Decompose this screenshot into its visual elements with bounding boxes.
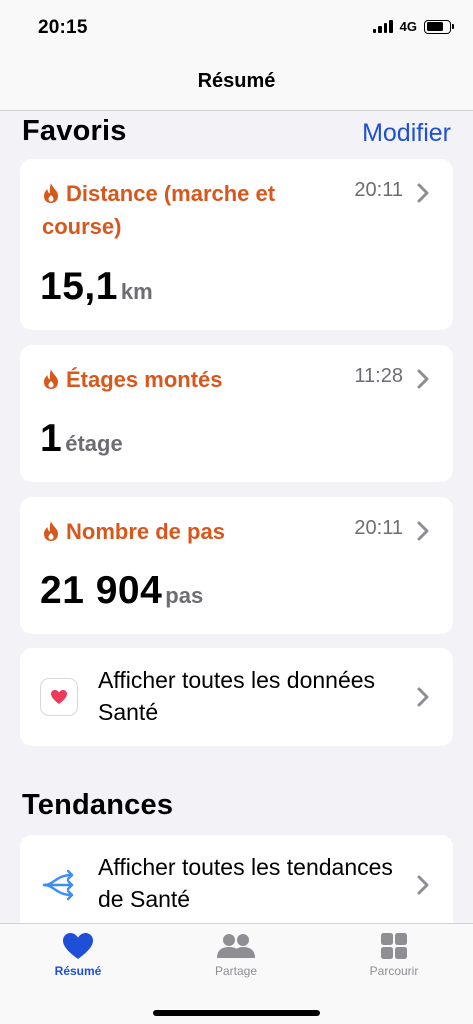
favorites-header: Favoris [22, 115, 127, 147]
favorite-card-floors[interactable]: Étages montés 11:28 1 étage [20, 345, 453, 482]
tab-summary[interactable]: Résumé [18, 932, 138, 978]
status-time: 20:15 [38, 17, 88, 38]
tab-bar: Résumé Partage Parcourir [0, 923, 473, 1024]
network-type: 4G [399, 19, 417, 34]
navigation-bar: Résumé [0, 58, 473, 111]
flame-icon [44, 521, 58, 541]
card-timestamp: 20:11 [354, 517, 403, 539]
card-title: Distance (marche et course) [42, 181, 276, 239]
metric-unit: km [120, 279, 153, 304]
show-all-health-data-label: Afficher toutes les données Santé [98, 667, 376, 725]
chevron-right-icon [417, 369, 429, 389]
show-all-trends-row[interactable]: Afficher toutes les tendances de Santé [20, 835, 453, 923]
card-timestamp: 20:11 [354, 179, 403, 201]
health-app-icon [40, 678, 78, 716]
metric-value: 1 [40, 417, 63, 460]
metric: 15,1 km [40, 265, 153, 309]
metric-value: 15,1 [40, 265, 118, 308]
signal-icon [372, 20, 393, 33]
card-title: Étages montés [42, 363, 332, 396]
people-icon [217, 934, 255, 958]
chevron-right-icon [417, 521, 429, 541]
tab-label: Partage [214, 964, 258, 978]
trends-header: Tendances [22, 789, 174, 821]
trends-icon [42, 869, 74, 901]
edit-favorites-button[interactable]: Modifier [362, 119, 451, 148]
tab-browse[interactable]: Parcourir [334, 932, 454, 978]
metric-unit: pas [165, 583, 204, 608]
status-indicators: 4G [372, 19, 454, 34]
show-all-trends-label: Afficher toutes les tendances de Santé [98, 854, 393, 912]
tab-sharing[interactable]: Partage [176, 932, 296, 978]
heart-icon [51, 690, 67, 704]
tab-label: Parcourir [369, 964, 419, 978]
metric-value: 21 904 [40, 569, 163, 612]
metric-unit: étage [65, 431, 123, 456]
metric: 21 904 pas [40, 569, 203, 613]
grid-icon [381, 933, 407, 959]
chevron-right-icon [417, 875, 429, 895]
summary-content[interactable]: Favoris Modifier Distance (marche et cou… [0, 111, 473, 923]
favorite-card-steps[interactable]: Nombre de pas 20:11 21 904 pas [20, 497, 453, 634]
flame-icon [44, 369, 58, 389]
card-timestamp: 11:28 [354, 365, 403, 387]
status-bar: 20:15 4G [0, 0, 473, 58]
metric: 1 étage [40, 417, 123, 461]
heart-icon [63, 933, 93, 959]
tab-label: Résumé [54, 964, 102, 978]
show-all-health-data-row[interactable]: Afficher toutes les données Santé [20, 648, 453, 746]
home-indicator[interactable] [153, 1010, 320, 1016]
chevron-right-icon [417, 687, 429, 707]
page-title: Résumé [197, 69, 276, 92]
battery-icon [424, 19, 454, 34]
favorite-card-distance[interactable]: Distance (marche et course) 20:11 15,1 k… [20, 159, 453, 330]
card-title: Nombre de pas [42, 515, 332, 548]
flame-icon [44, 183, 58, 203]
chevron-right-icon [417, 183, 429, 203]
